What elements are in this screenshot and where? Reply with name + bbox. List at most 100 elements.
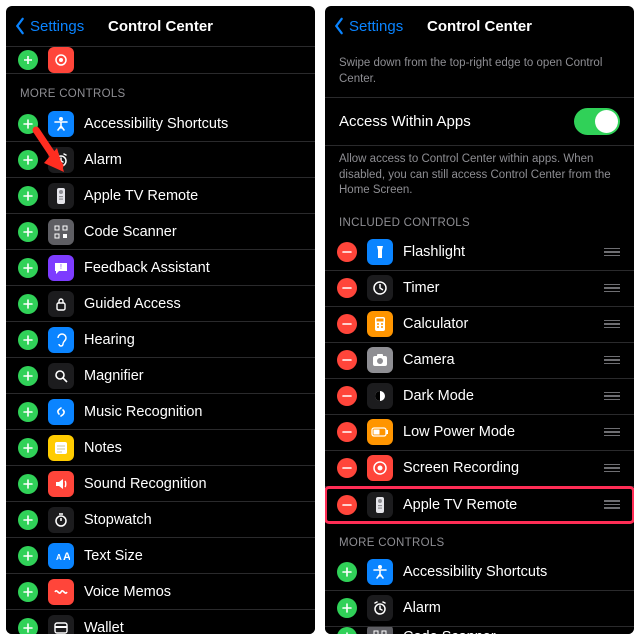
remove-button[interactable]	[337, 386, 357, 406]
control-row[interactable]: Flashlight	[325, 235, 634, 271]
control-row[interactable]: Accessibility Shortcuts	[325, 555, 634, 591]
control-row[interactable]: Timer	[325, 271, 634, 307]
textsize-icon: AA	[48, 543, 74, 569]
control-row[interactable]: Calculator	[325, 307, 634, 343]
clipped-row[interactable]	[6, 46, 315, 74]
control-row[interactable]: Camera	[325, 343, 634, 379]
row-label: Alarm	[403, 600, 620, 616]
row-label: Magnifier	[84, 368, 301, 384]
control-row[interactable]: Wallet	[6, 610, 315, 634]
add-button[interactable]	[18, 510, 38, 530]
row-label: Dark Mode	[403, 388, 604, 404]
back-button[interactable]: Settings	[333, 17, 403, 35]
add-button[interactable]	[18, 222, 38, 242]
add-button[interactable]	[18, 366, 38, 386]
intro-text: Swipe down from the top-right edge to op…	[325, 46, 634, 91]
control-row[interactable]: AA Text Size	[6, 538, 315, 574]
record-icon	[367, 455, 393, 481]
remove-button[interactable]	[337, 458, 357, 478]
control-row[interactable]: Hearing	[6, 322, 315, 358]
screen-recording-icon	[48, 47, 74, 73]
control-row[interactable]: Notes	[6, 430, 315, 466]
add-button[interactable]	[18, 150, 38, 170]
row-label: Screen Recording	[403, 460, 604, 476]
remove-button[interactable]	[337, 314, 357, 334]
control-row[interactable]: Screen Recording	[325, 451, 634, 487]
control-row[interactable]: Low Power Mode	[325, 415, 634, 451]
row-label: Wallet	[84, 620, 301, 634]
control-row[interactable]: Code Scanner	[6, 214, 315, 250]
voicememos-icon	[48, 579, 74, 605]
remove-button[interactable]	[337, 242, 357, 262]
nav-bar: Settings Control Center	[325, 6, 634, 46]
add-button[interactable]	[18, 618, 38, 634]
control-row[interactable]: Stopwatch	[6, 502, 315, 538]
remove-button[interactable]	[337, 350, 357, 370]
add-button[interactable]	[18, 294, 38, 314]
row-label: Apple TV Remote	[403, 497, 604, 513]
control-row[interactable]: Alarm	[325, 591, 634, 627]
access-toggle[interactable]	[574, 108, 620, 135]
add-button[interactable]	[18, 546, 38, 566]
svg-text:A: A	[63, 551, 70, 563]
row-label: Code Scanner	[403, 629, 620, 634]
alarm-icon	[48, 147, 74, 173]
add-button[interactable]	[18, 438, 38, 458]
add-button[interactable]	[18, 582, 38, 602]
reorder-grip-icon[interactable]	[604, 356, 620, 365]
darkmode-icon	[367, 383, 393, 409]
remove-button[interactable]	[337, 278, 357, 298]
reorder-grip-icon[interactable]	[604, 248, 620, 257]
back-button[interactable]: Settings	[14, 17, 84, 35]
reorder-grip-icon[interactable]	[604, 284, 620, 293]
control-row[interactable]: Guided Access	[6, 286, 315, 322]
reorder-grip-icon[interactable]	[604, 464, 620, 473]
add-button[interactable]	[18, 474, 38, 494]
svg-text:!: !	[60, 264, 62, 271]
row-label: Text Size	[84, 548, 301, 564]
control-row[interactable]: Code Scanner	[325, 627, 634, 634]
add-button[interactable]	[337, 598, 357, 618]
add-button[interactable]	[337, 627, 357, 634]
access-within-apps-row[interactable]: Access Within Apps	[325, 97, 634, 146]
control-row[interactable]: Alarm	[6, 142, 315, 178]
add-button[interactable]	[18, 258, 38, 278]
reorder-grip-icon[interactable]	[604, 428, 620, 437]
reorder-grip-icon[interactable]	[604, 392, 620, 401]
row-label: Voice Memos	[84, 584, 301, 600]
flashlight-icon	[367, 239, 393, 265]
row-label: Accessibility Shortcuts	[403, 564, 620, 580]
add-button[interactable]	[18, 50, 38, 70]
control-row[interactable]: Dark Mode	[325, 379, 634, 415]
reorder-grip-icon[interactable]	[604, 320, 620, 329]
control-row[interactable]: Voice Memos	[6, 574, 315, 610]
feedback-icon: !	[48, 255, 74, 281]
add-button[interactable]	[18, 186, 38, 206]
lock-icon	[48, 291, 74, 317]
reorder-grip-icon[interactable]	[604, 500, 620, 509]
add-button[interactable]	[18, 330, 38, 350]
add-button[interactable]	[18, 114, 38, 134]
remove-button[interactable]	[337, 422, 357, 442]
left-screenshot: Settings Control Center MORE CONTROLS Ac…	[6, 6, 315, 634]
control-row[interactable]: Music Recognition	[6, 394, 315, 430]
add-button[interactable]	[18, 402, 38, 422]
access-label: Access Within Apps	[339, 113, 574, 130]
control-row[interactable]: Magnifier	[6, 358, 315, 394]
qr-icon	[367, 627, 393, 634]
back-label: Settings	[30, 18, 84, 35]
control-row[interactable]: Apple TV Remote	[325, 487, 634, 523]
add-button[interactable]	[337, 562, 357, 582]
control-row[interactable]: !Feedback Assistant	[6, 250, 315, 286]
accessibility-icon	[367, 559, 393, 585]
notes-icon	[48, 435, 74, 461]
row-label: Notes	[84, 440, 301, 456]
nav-bar: Settings Control Center	[6, 6, 315, 46]
remove-button[interactable]	[337, 495, 357, 515]
svg-text:A: A	[56, 553, 62, 562]
control-row[interactable]: Accessibility Shortcuts	[6, 106, 315, 142]
row-label: Calculator	[403, 316, 604, 332]
row-label: Timer	[403, 280, 604, 296]
control-row[interactable]: Apple TV Remote	[6, 178, 315, 214]
control-row[interactable]: Sound Recognition	[6, 466, 315, 502]
